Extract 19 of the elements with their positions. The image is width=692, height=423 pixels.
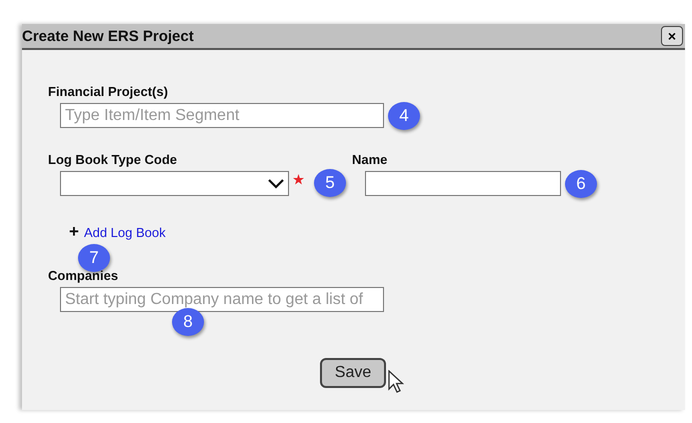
field-label: Log Book Type Code xyxy=(48,152,178,167)
step-badge: 7 xyxy=(78,244,110,272)
save-button[interactable]: Save xyxy=(320,358,386,388)
step-badge: 6 xyxy=(565,170,597,198)
step-badge: 8 xyxy=(172,308,204,336)
step-badge: 4 xyxy=(388,102,420,130)
field-label: Name xyxy=(352,152,388,167)
cursor-icon xyxy=(388,370,404,394)
input-field[interactable]: Start typing Company name to get a list of xyxy=(60,287,384,312)
plus-icon: + xyxy=(69,222,79,242)
input-field[interactable] xyxy=(365,171,561,196)
dropdown-field[interactable] xyxy=(60,171,289,196)
window-title: Create New ERS Project xyxy=(22,28,194,44)
step-badge: 5 xyxy=(314,169,346,197)
chevron-icon xyxy=(268,178,284,188)
close-button[interactable]: × xyxy=(661,26,683,46)
input-field[interactable]: Type Item/Item Segment xyxy=(60,103,384,128)
field-label: Financial Project(s) xyxy=(48,84,169,99)
add-log-book-link[interactable]: Add Log Book xyxy=(84,224,166,240)
